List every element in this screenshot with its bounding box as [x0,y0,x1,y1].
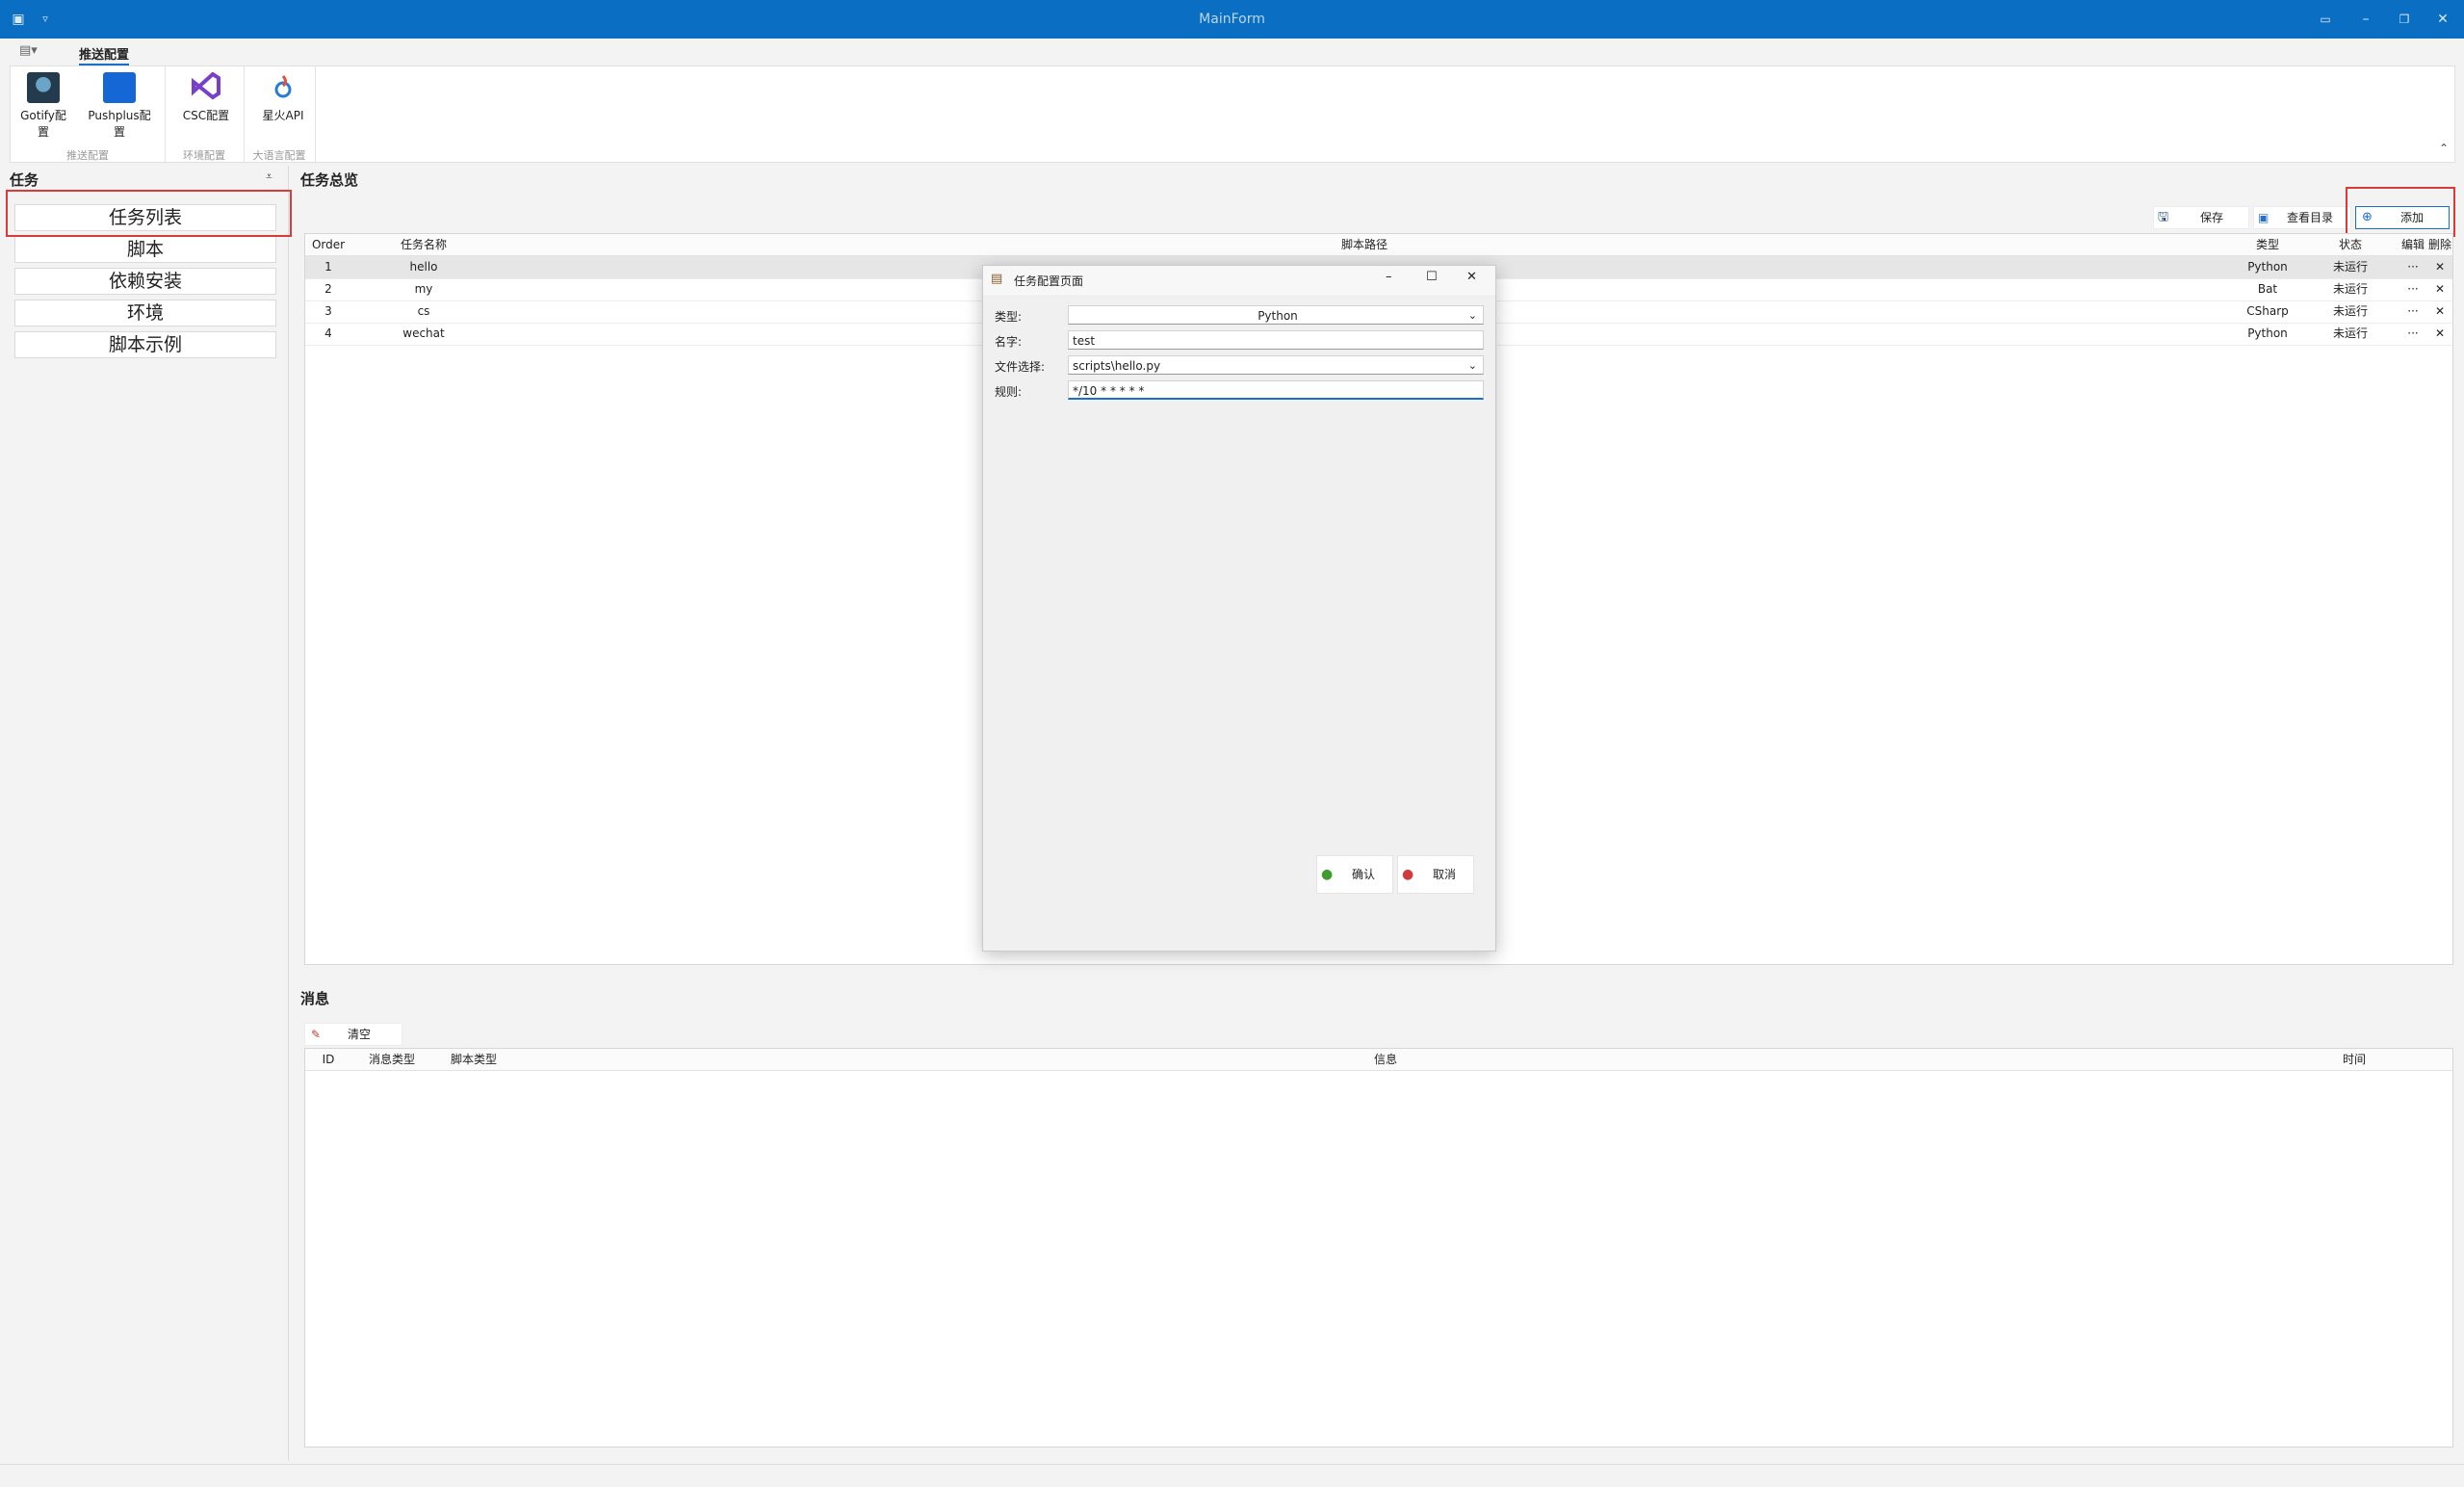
delete-button[interactable]: ✕ [2427,256,2452,278]
column-header[interactable]: 状态 [2302,234,2399,256]
file-label: 文件选择: [995,360,1046,374]
ribbon-group-label: 环境配置 [183,149,225,162]
gotify-config-button[interactable]: Gotify配置 [18,72,68,140]
ribbon-separator [315,66,316,164]
file-select[interactable]: scripts\hello.py ⌄ [1068,355,1484,375]
spark-api-button[interactable]: 星火API [253,72,313,123]
restore-button[interactable]: ❐ [2390,0,2419,39]
column-header[interactable]: 脚本类型 [432,1049,516,1071]
edit-button[interactable]: ··· [2399,256,2427,278]
status-bar [0,1464,2464,1487]
task-nav-panel: 任务 ⩡ 任务列表 脚本 依赖安装 环境 脚本示例 [0,166,289,1461]
pushplus-config-button[interactable]: Pushplus配置 [84,72,155,140]
window-title: MainForm [1199,12,1265,27]
check-circle-icon: ● [1321,867,1334,882]
dialog-close-button[interactable]: ✕ [1466,270,1477,284]
message-table: ID 消息类型 脚本类型 信息 时间 [304,1048,2453,1448]
page-title: 任务总览 [300,171,359,189]
collapse-panel-icon[interactable]: ⩡ [266,170,272,184]
dialog-title-bar: ▤ 任务配置页面 – ☐ ✕ [983,266,1495,295]
minimize-button[interactable]: – [2351,0,2380,39]
name-input[interactable]: test [1068,330,1484,350]
name-label: 名字: [995,335,1023,349]
highlight-box [6,190,292,237]
task-config-dialog: ▤ 任务配置页面 – ☐ ✕ 类型: Python ⌄ 名字: test 文件选… [982,265,1496,952]
ribbon-panel: Gotify配置 Pushplus配置 CSC配置 星火API 推送配置 环境配… [10,65,2455,164]
nav-dependency-install[interactable]: 依赖安装 [14,268,276,295]
edit-button[interactable]: ··· [2399,278,2427,300]
ribbon-group-label: 大语言配置 [252,149,306,162]
edit-button[interactable]: ··· [2399,300,2427,323]
collapse-ribbon-icon[interactable]: ⌃ [2439,142,2449,155]
nav-script-examples[interactable]: 脚本示例 [14,331,276,358]
highlight-box [2346,187,2455,237]
gotify-icon [27,72,60,103]
edit-button[interactable]: ··· [2399,323,2427,345]
cancel-button[interactable]: ● 取消 [1397,855,1474,894]
pushplus-icon [103,72,136,103]
type-select[interactable]: Python ⌄ [1068,305,1484,325]
ribbon-tab-bar: ▤▾ 推送配置 [0,39,2464,66]
chevron-down-icon: ⌄ [1467,309,1477,322]
column-header[interactable]: 任务名称 [351,234,497,256]
save-button[interactable]: 🖫 保存 [2153,206,2249,229]
column-header[interactable]: ID [305,1049,352,1071]
rule-input[interactable]: */10 * * * * * [1068,380,1484,400]
type-label: 类型: [995,310,1023,324]
nav-environment[interactable]: 环境 [14,300,276,326]
delete-button[interactable]: ✕ [2427,278,2452,300]
column-header[interactable]: 删除 [2427,234,2452,256]
dialog-maximize-button[interactable]: ☐ [1426,270,1438,284]
floppy-icon: 🖫 [2158,210,2169,224]
eraser-icon: ✎ [311,1028,322,1041]
folder-search-icon: ▣ [2258,211,2269,224]
clear-button[interactable]: ✎ 清空 [304,1023,402,1046]
ribbon-group-label: 推送配置 [66,149,109,162]
delete-button[interactable]: ✕ [2427,300,2452,323]
column-header[interactable]: 编辑 [2399,234,2428,256]
csc-config-button[interactable]: CSC配置 [174,71,238,123]
chevron-down-icon: ⌄ [1467,359,1477,372]
panel-title: 任务 [10,171,39,189]
column-header[interactable]: 消息类型 [351,1049,433,1071]
layout-icon[interactable]: ▭ [2311,0,2340,39]
column-header[interactable]: Order [305,234,352,256]
cancel-circle-icon: ● [1402,867,1414,882]
column-header[interactable]: 脚本路径 [496,234,2234,256]
delete-button[interactable]: ✕ [2427,323,2452,345]
column-header[interactable]: 类型 [2233,234,2303,256]
panel-title: 消息 [300,990,330,1007]
confirm-button[interactable]: ● 确认 [1316,855,1393,894]
dialog-minimize-button[interactable]: – [1386,270,1392,284]
tab-push-config[interactable]: 推送配置 [79,44,130,66]
column-header[interactable]: 信息 [515,1049,2257,1071]
visual-studio-icon [190,71,222,103]
close-button[interactable]: ✕ [2428,0,2457,39]
spark-icon [267,72,299,103]
view-directory-button[interactable]: ▣ 查看目录 [2253,206,2351,229]
dialog-title: 任务配置页面 [1014,274,1084,288]
title-bar: ▣ ▿ MainForm ▭ – ❐ ✕ [0,0,2464,39]
nav-script[interactable]: 脚本 [14,236,276,263]
ribbon-menu-icon[interactable]: ▤▾ [19,43,38,58]
rule-label: 规则: [995,385,1023,399]
dialog-app-icon: ▤ [991,272,1003,286]
column-header[interactable]: 时间 [2256,1049,2452,1071]
